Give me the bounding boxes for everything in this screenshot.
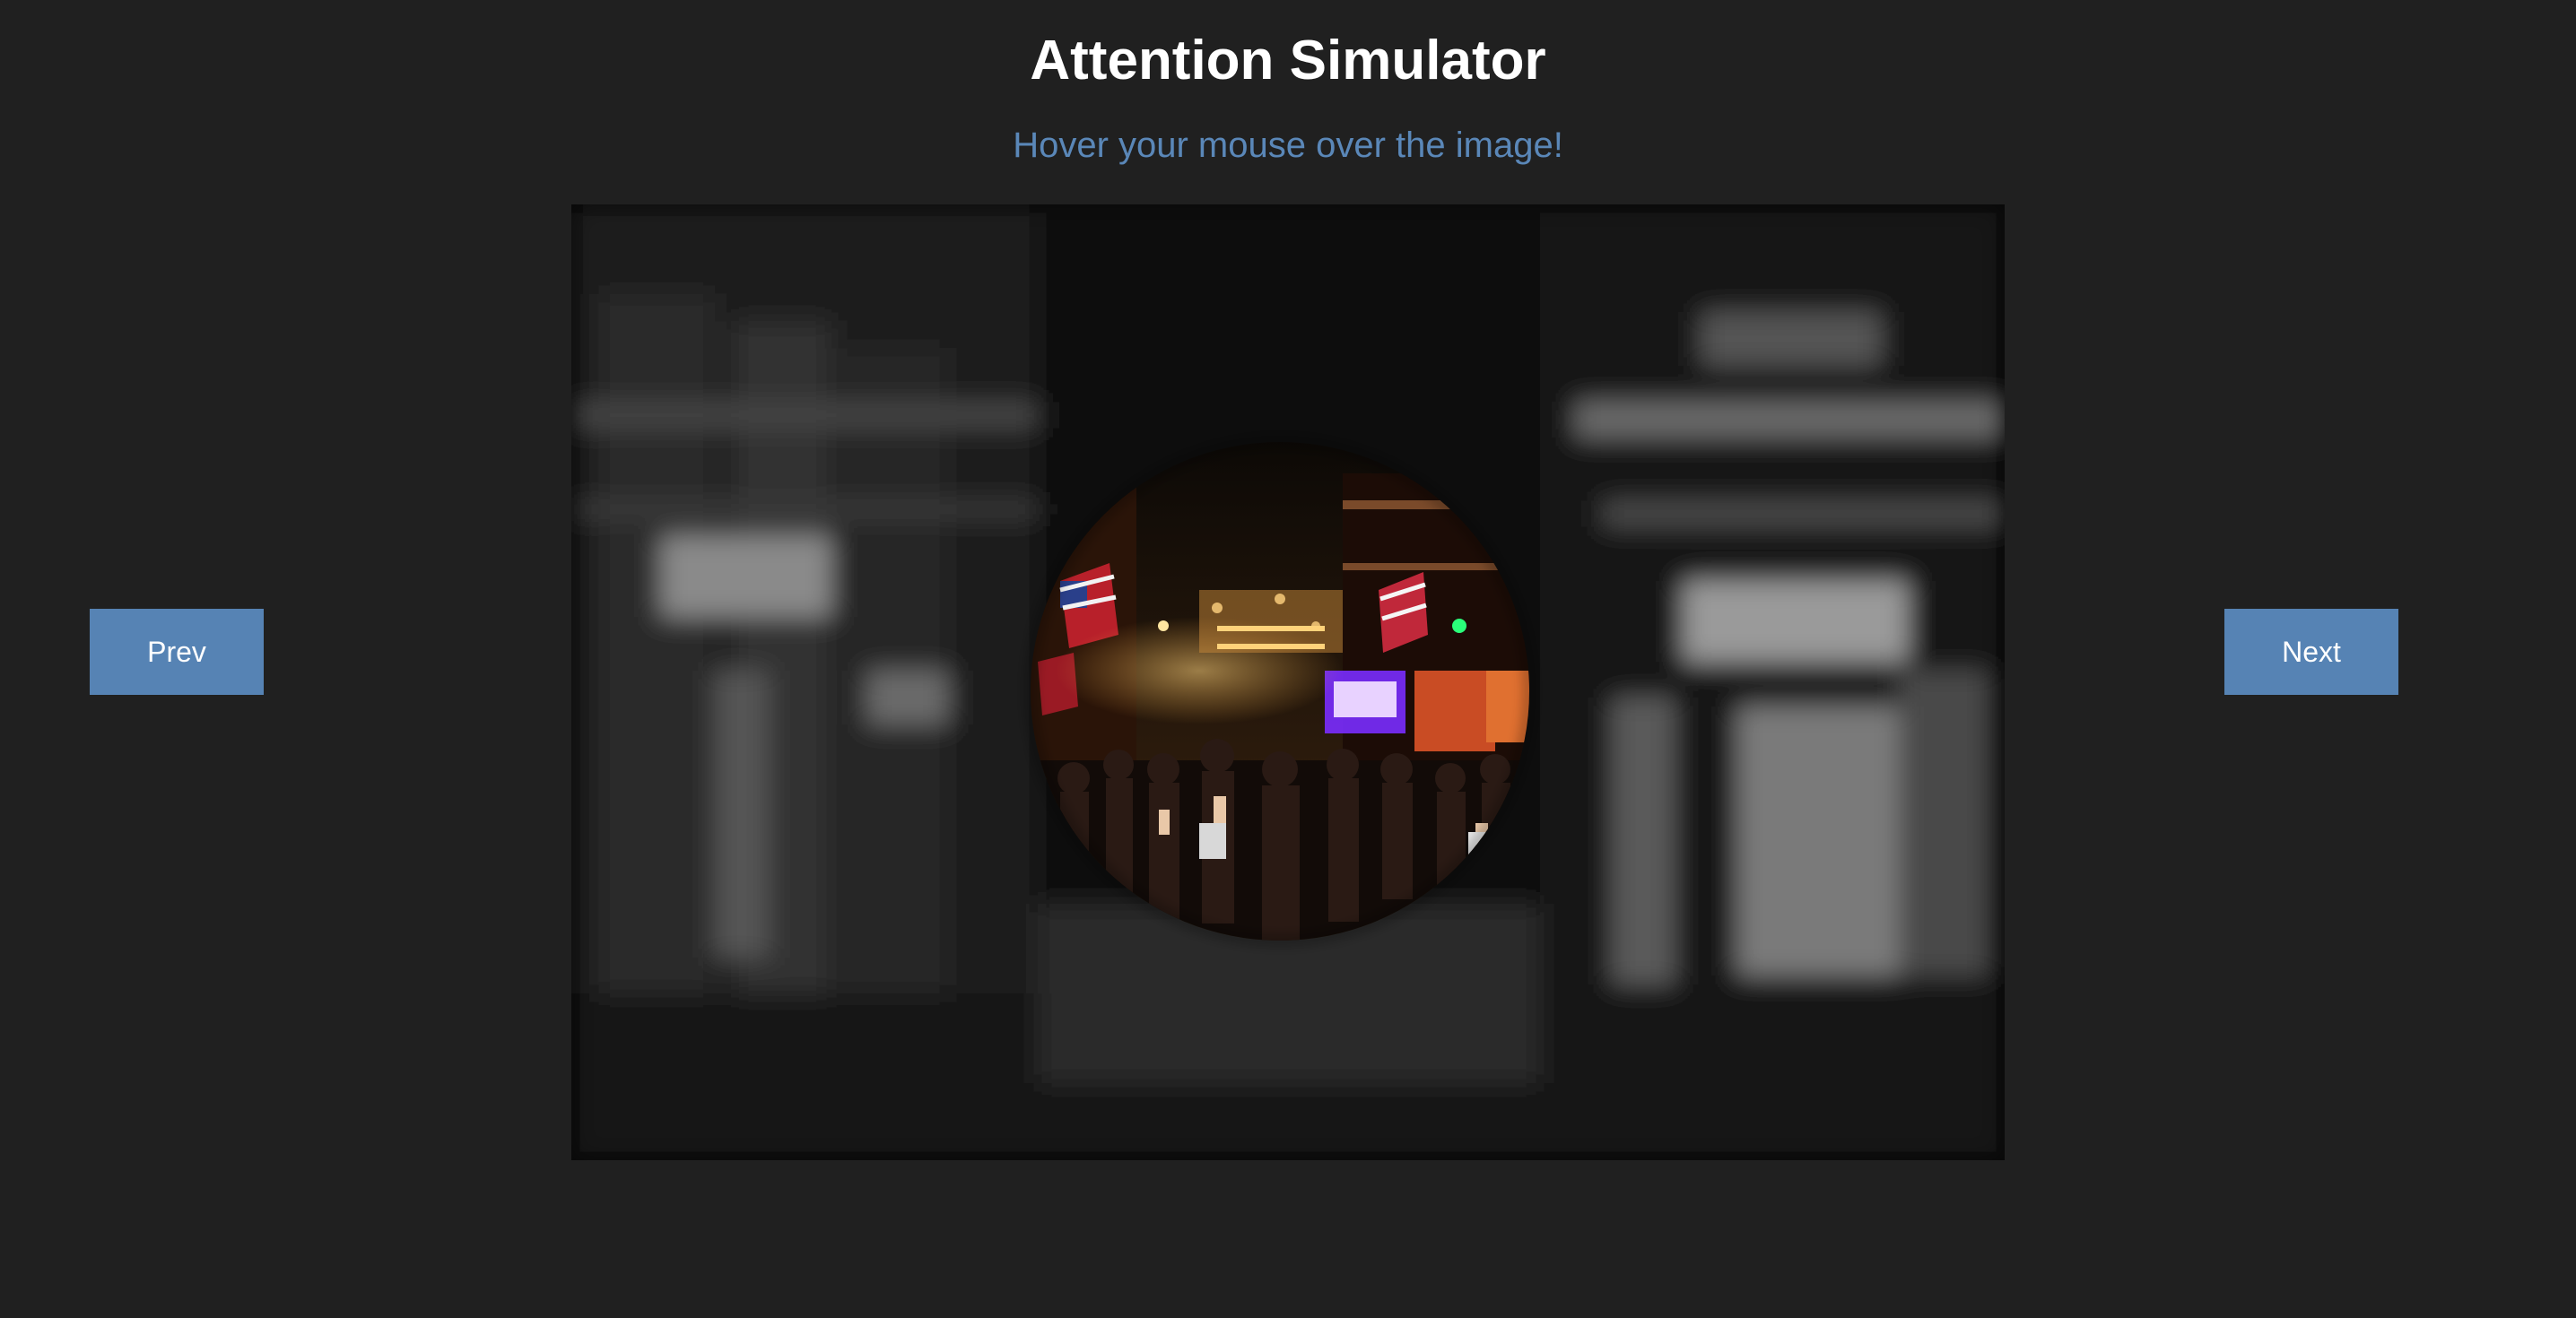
- page-title: Attention Simulator: [1030, 30, 1546, 91]
- next-button[interactable]: Next: [2224, 609, 2398, 695]
- image-viewer[interactable]: [571, 204, 2005, 1160]
- street-scene-image: [571, 204, 2005, 1160]
- attention-simulator-page: Attention Simulator Hover your mouse ove…: [0, 0, 2576, 1318]
- instruction-text: Hover your mouse over the image!: [1013, 126, 1563, 165]
- prev-button[interactable]: Prev: [90, 609, 264, 695]
